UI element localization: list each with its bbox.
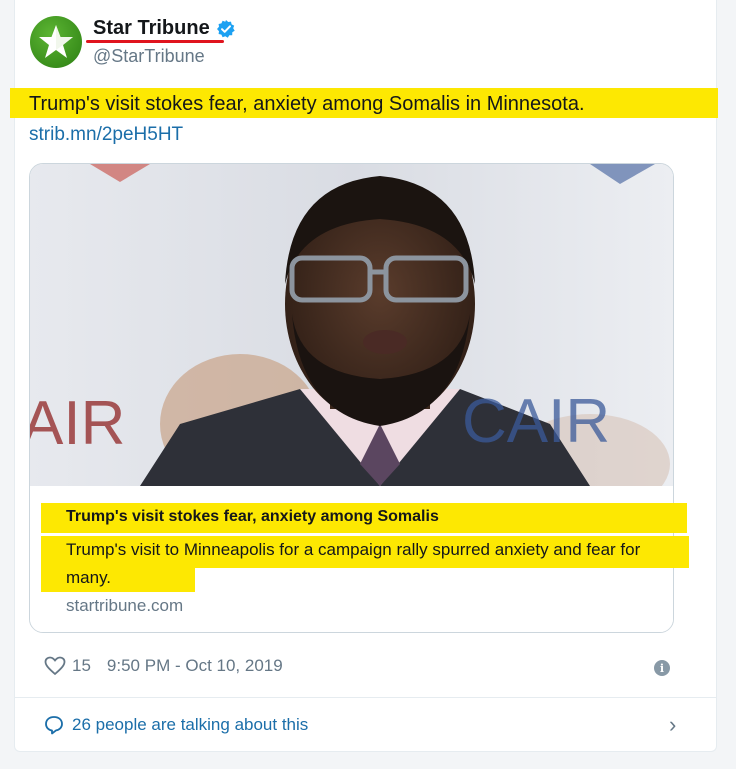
- reply-bubble-icon: [45, 716, 63, 735]
- avatar[interactable]: [30, 16, 82, 68]
- talking-about-label[interactable]: 26 people are talking about this: [72, 715, 308, 735]
- image-sign-right: CAIR: [462, 387, 610, 456]
- account-name[interactable]: Star Tribune: [93, 17, 210, 40]
- name-annotation-underline: [86, 40, 224, 43]
- tweet-timestamp[interactable]: 9:50 PM - Oct 10, 2019: [107, 656, 283, 676]
- article-photo[interactable]: AIR CAIR: [30, 164, 673, 486]
- chevron-right-icon[interactable]: ›: [669, 712, 676, 738]
- heart-icon[interactable]: [44, 656, 66, 676]
- info-icon[interactable]: i: [654, 660, 670, 676]
- verified-badge-icon: [216, 19, 235, 38]
- talking-about-link[interactable]: 26 people are talking about this: [44, 711, 704, 739]
- account-handle[interactable]: @StarTribune: [93, 46, 205, 67]
- like-count[interactable]: 15: [72, 656, 91, 676]
- star-logo-icon: [39, 25, 73, 58]
- footer-divider: [14, 697, 716, 698]
- tweet-link[interactable]: strib.mn/2peH5HT: [29, 124, 183, 146]
- account-name-row[interactable]: Star Tribune: [93, 17, 236, 40]
- card-description: Trump's visit to Minneapolis for a campa…: [66, 540, 641, 587]
- card-title[interactable]: Trump's visit stokes fear, anxiety among…: [66, 508, 439, 526]
- tweet-text: Trump's visit stokes fear, anxiety among…: [29, 93, 585, 115]
- tweet-meta-row: 15 9:50 PM - Oct 10, 2019: [44, 656, 283, 676]
- image-sign-left: AIR: [30, 389, 125, 458]
- card-domain: startribune.com: [66, 596, 184, 615]
